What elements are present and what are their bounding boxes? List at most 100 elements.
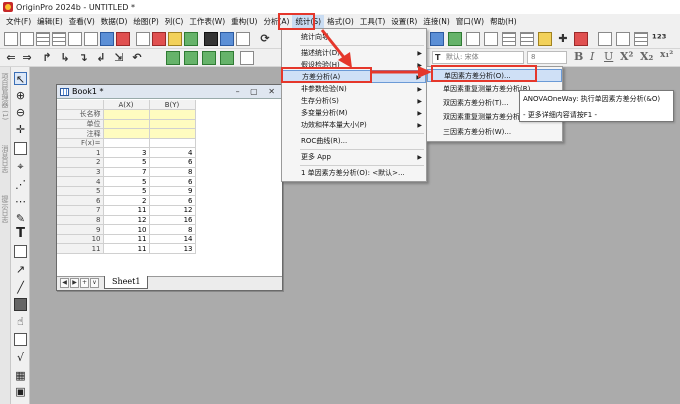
row-number[interactable]: 10 (57, 234, 104, 245)
undo-icon[interactable]: ↶ (130, 51, 144, 65)
cell[interactable]: 16 (149, 215, 196, 226)
menu-data[interactable]: 数据(D) (98, 15, 131, 28)
row-number[interactable]: 11 (57, 243, 104, 254)
cell[interactable]: 5 (103, 176, 150, 187)
menu-connect[interactable]: 连接(N) (420, 15, 452, 28)
add-column-icon[interactable] (574, 32, 588, 46)
hierarchy-icon[interactable] (448, 32, 462, 46)
cell[interactable]: 13 (149, 243, 196, 254)
new-graph-icon[interactable] (68, 32, 82, 46)
cell[interactable]: 3 (103, 147, 150, 159)
data-table-icon[interactable] (502, 32, 516, 46)
row-number[interactable]: 2 (57, 157, 104, 168)
recent-books-icon[interactable] (184, 32, 198, 46)
font-size-selector[interactable]: 8 (527, 51, 567, 64)
cell[interactable]: 4 (149, 147, 196, 159)
arrow-tool-icon[interactable]: ↗ (14, 263, 27, 276)
row-stats-icon[interactable] (616, 32, 630, 46)
new-folder-icon[interactable] (20, 32, 34, 46)
mask-tool-icon[interactable]: ⋯ (14, 195, 27, 208)
add-plot-icon[interactable] (184, 51, 198, 65)
new-project-icon[interactable] (4, 32, 18, 46)
add-layer-icon[interactable]: ↳ (58, 51, 72, 65)
new-function-icon[interactable] (84, 32, 98, 46)
menu-item-recent-oneway[interactable]: 1 单因素方差分析(O): <默认>... (282, 167, 426, 180)
draw-data-tool-icon[interactable]: ✎ (14, 212, 27, 225)
new-notes-icon[interactable] (116, 32, 130, 46)
hint-log-tab[interactable]: 提示日志 (1, 195, 10, 223)
add-function-icon[interactable] (202, 51, 216, 65)
cell[interactable]: 5 (103, 157, 150, 168)
book1-window[interactable]: Book1 * – ▢ ✕ A(X) B(Y) 长名称 单位 注释 F(x)= … (56, 84, 283, 291)
code-builder-icon[interactable] (538, 32, 552, 46)
line-tool-icon[interactable]: ╱ (14, 281, 27, 294)
open-excel-icon[interactable] (168, 32, 182, 46)
scale-tool-icon[interactable] (14, 142, 27, 155)
row-number[interactable]: 3 (57, 167, 104, 178)
data-selector-tool-icon[interactable]: ⋰ (14, 178, 27, 191)
screen-reader-tool-icon[interactable]: ✛ (14, 123, 27, 136)
superscript-button[interactable]: X² (620, 50, 633, 63)
cell[interactable]: 2 (103, 195, 150, 207)
cell[interactable]: 11 (103, 243, 150, 254)
menu-item-roc[interactable]: ROC曲线(R)... (282, 135, 426, 148)
insert-graph-tool-icon[interactable] (14, 333, 27, 346)
cell[interactable]: 8 (149, 224, 196, 235)
cell[interactable]: 9 (149, 186, 196, 197)
save-project-icon[interactable] (204, 32, 218, 46)
move-layer-icon[interactable]: ↴ (76, 51, 90, 65)
redraw-icon[interactable]: ↲ (94, 51, 108, 65)
corner-cell[interactable] (57, 100, 104, 111)
refresh-icon[interactable]: ⟳ (258, 32, 272, 46)
pointer-tool-icon[interactable]: ↖ (14, 72, 27, 86)
menu-column[interactable]: 列(C) (162, 15, 187, 28)
object-tool-icon[interactable]: ▣ (14, 385, 27, 398)
view-data-icon[interactable] (484, 32, 498, 46)
first-sheet-button[interactable]: ◀ (60, 278, 69, 288)
meta-cell[interactable] (149, 119, 196, 130)
prev-sheet-button[interactable]: ▶ (70, 278, 79, 288)
window-controls[interactable]: – ▢ ✕ (236, 87, 279, 96)
sheet1-tab[interactable]: Sheet1 (104, 276, 149, 289)
font-selector[interactable]: T 默认: 宋体 (432, 51, 524, 64)
open-icon[interactable] (136, 32, 150, 46)
cell[interactable]: 5 (103, 186, 150, 197)
app-icon[interactable]: ✚ (556, 32, 570, 46)
cell[interactable]: 14 (149, 234, 196, 245)
meta-cell[interactable] (149, 109, 196, 120)
add-graph-icon[interactable] (220, 51, 234, 65)
menu-reshape[interactable]: 重构(U) (228, 15, 260, 28)
save-template-icon[interactable] (220, 32, 234, 46)
new-workbook-icon[interactable] (36, 32, 50, 46)
row-number[interactable]: 7 (57, 205, 104, 216)
calculator-icon[interactable] (520, 32, 534, 46)
project-explorer-icon[interactable] (430, 32, 444, 46)
menu-item-more-apps[interactable]: 更多 App ▶ (282, 151, 426, 164)
find-icon[interactable] (466, 32, 480, 46)
sheet-list-button[interactable]: ∨ (90, 278, 99, 288)
cell[interactable]: 11 (103, 234, 150, 245)
add-data-icon[interactable] (166, 51, 180, 65)
cell[interactable]: 10 (103, 224, 150, 235)
menu-item-one-way-anova[interactable]: 单因素方差分析(O)... (427, 69, 562, 82)
cell[interactable]: 8 (149, 167, 196, 178)
open-template-icon[interactable] (152, 32, 166, 46)
menu-analysis[interactable]: 分析(A) (260, 15, 292, 28)
equation-tool-icon[interactable]: √ (14, 351, 27, 364)
column-stats-icon[interactable] (598, 32, 612, 46)
cell[interactable]: 12 (103, 215, 150, 226)
row-number[interactable]: 1 (57, 147, 104, 159)
image-tool-icon[interactable]: ▦ (14, 369, 27, 382)
row-number[interactable]: 9 (57, 224, 104, 235)
underline-button[interactable]: U (604, 50, 613, 63)
bold-button[interactable]: B (574, 50, 583, 63)
cell[interactable]: 11 (103, 205, 150, 216)
sequence-icon[interactable]: ¹²³ (652, 32, 666, 46)
zoom-out-tool-icon[interactable]: ⊖ (14, 106, 27, 119)
menu-worksheet[interactable]: 工作表(W) (186, 15, 228, 28)
meta-cell[interactable] (103, 119, 150, 130)
annotation-tool-icon[interactable] (14, 245, 27, 258)
menu-item-power[interactable]: 功效和样本量大小(P) ▶ (282, 119, 426, 132)
rectangle-tool-icon[interactable] (14, 298, 27, 311)
italic-button[interactable]: I (590, 50, 594, 63)
